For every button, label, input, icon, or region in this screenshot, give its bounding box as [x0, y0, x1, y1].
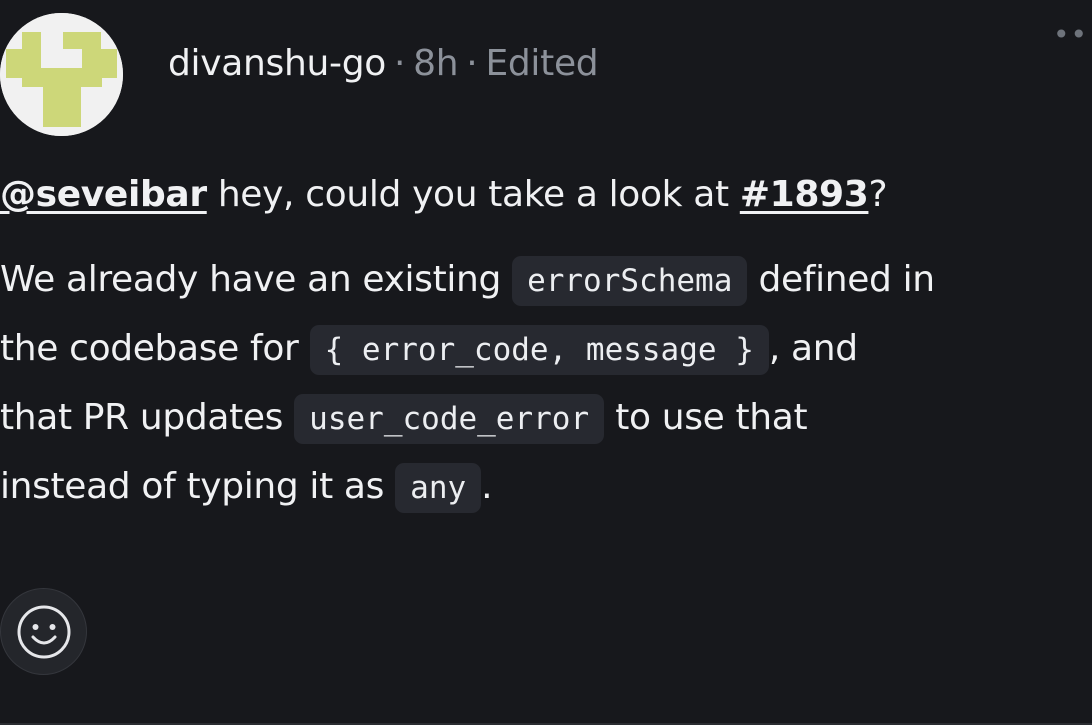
comment-text: We already have an existing: [0, 259, 513, 300]
comment-text: to use that: [604, 397, 808, 438]
inline-code: user_code_error: [294, 394, 605, 444]
comment-text: hey, could you take a look at: [206, 174, 740, 215]
separator: ·: [466, 42, 478, 84]
inline-code: any: [395, 463, 482, 513]
inline-code: { error_code, message }: [309, 325, 769, 375]
comment-text: that PR updates: [0, 397, 295, 438]
edited-label[interactable]: Edited: [485, 43, 598, 84]
comment-text: ?: [868, 174, 888, 215]
user-mention-link[interactable]: @seveibar: [0, 174, 207, 215]
comment-text: , and: [768, 328, 858, 369]
comment-text: defined in: [747, 259, 935, 300]
add-reaction-button[interactable]: [0, 588, 87, 675]
author-username[interactable]: divanshu-go: [168, 43, 386, 84]
comment-paragraph: @seveibar hey, could you take a look at …: [0, 162, 1092, 228]
identicon-avatar: [0, 13, 123, 136]
separator: ·: [394, 42, 406, 84]
inline-code: errorSchema: [512, 256, 748, 306]
comment-text: instead of typing it as: [0, 466, 396, 507]
avatar[interactable]: [0, 13, 123, 136]
comment-text: the codebase for: [0, 328, 310, 369]
issue-link[interactable]: #1893: [740, 174, 869, 215]
timestamp[interactable]: 8h: [413, 43, 458, 84]
comment-body: @seveibar hey, could you take a look at …: [0, 162, 1092, 522]
more-options-icon[interactable]: ••: [1053, 21, 1088, 49]
smiley-icon: [17, 605, 70, 658]
comment-text: .: [481, 466, 493, 507]
comment-header: divanshu-go · 8h · Edited: [168, 38, 599, 88]
comment-paragraph: We already have an existing errorSchema …: [0, 246, 1092, 522]
